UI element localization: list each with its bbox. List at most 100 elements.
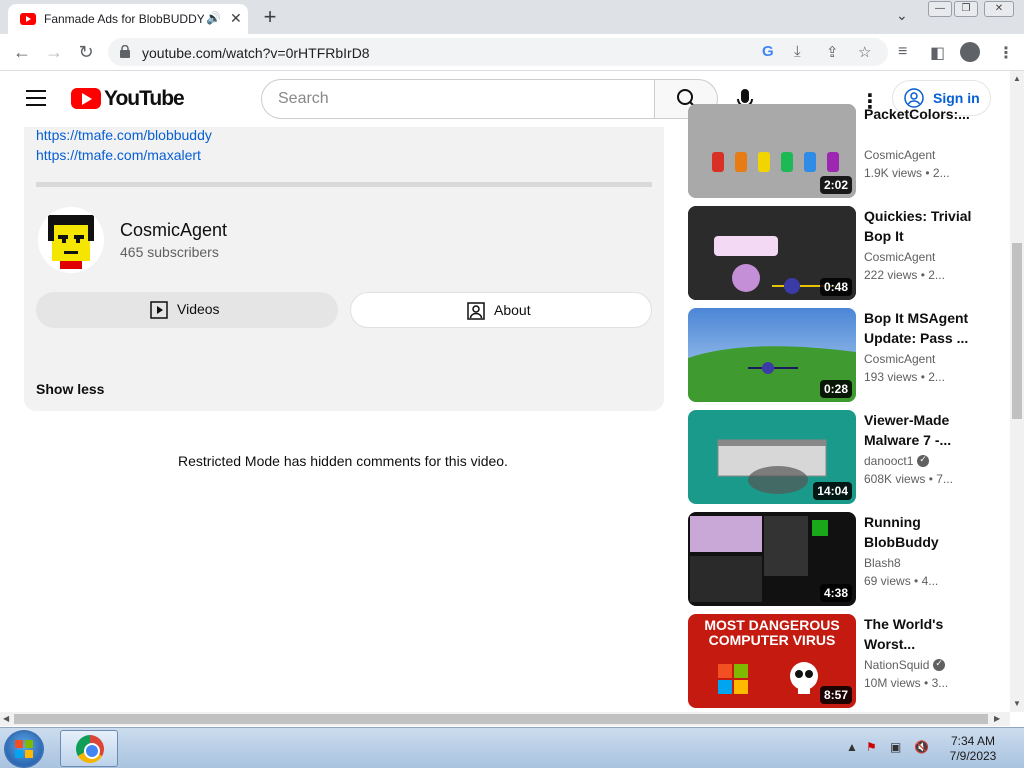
video-duration: 0:48 [819,278,852,296]
install-app-icon[interactable]: ⤓ [794,43,801,60]
vertical-scrollbar[interactable]: ▲ ▼ [1010,71,1024,712]
video-title[interactable]: PacketColors:... [864,104,974,124]
video-duration: 0:28 [819,380,852,398]
person-card-icon [467,302,485,320]
hamburger-menu-icon[interactable] [26,90,46,106]
browser-toolbar: ← → ↻ youtube.com/watch?v=0rHTFRbIrD8 G … [0,34,1024,71]
recommended-video[interactable]: 2:02 PacketColors:... CosmicAgent 1.9K v… [688,104,998,200]
chrome-menu-icon[interactable]: ⋮ [998,43,1014,63]
verified-badge-icon [917,454,930,467]
video-channel[interactable]: Blash8 [864,556,901,570]
horizontal-scrollbar[interactable]: ◀ ▶ [0,712,1010,726]
tab-close-icon[interactable]: ✕ [230,10,242,27]
about-label: About [494,302,531,318]
description-link[interactable]: https://tmafe.com/maxalert [36,147,201,163]
start-button[interactable] [4,730,44,768]
vertical-scroll-thumb[interactable] [1012,243,1022,419]
video-thumbnail[interactable]: MOST DANGEROUS COMPUTER VIRUS 8:57 [688,614,856,708]
channel-videos-button[interactable]: Videos [36,292,338,328]
windows-taskbar: ▲ ⚑ ▣ 🔇 7:34 AM 7/9/2023 [0,727,1024,768]
video-title[interactable]: The World's Worst... [864,614,974,654]
profile-avatar-icon[interactable] [960,42,980,62]
audio-playing-icon[interactable]: 🔊 [206,11,221,25]
side-panel-icon[interactable]: ◧ [930,43,945,63]
channel-about-button[interactable]: About [350,292,652,328]
video-channel[interactable]: CosmicAgent [864,250,935,264]
show-hidden-icons-icon[interactable]: ▲ [846,740,858,754]
video-description-panel: https://tmafe.com/blobbuddy https://tmaf… [24,127,664,411]
restore-button[interactable]: ❐ [954,1,978,17]
google-lens-icon[interactable]: G [762,43,774,60]
network-icon[interactable]: ▣ [890,740,901,754]
video-duration: 4:38 [819,584,852,602]
minimize-button[interactable]: — [928,1,952,17]
back-arrow-icon[interactable]: ← [10,40,34,64]
video-channel[interactable]: CosmicAgent [864,352,935,366]
video-age: 3... [931,676,949,690]
video-thumbnail[interactable]: 0:28 [688,308,856,402]
video-channel-name[interactable]: danooct1 [864,454,913,468]
description-link[interactable]: https://tmafe.com/blobbuddy [36,127,212,143]
video-thumbnail[interactable]: 2:02 [688,104,856,198]
video-title[interactable]: Viewer-Made Malware 7 -... [864,410,974,450]
recommended-video[interactable]: 14:04 Viewer-Made Malware 7 -... danooct… [688,410,998,506]
new-tab-button[interactable]: + [258,4,282,30]
forward-arrow-icon[interactable]: → [42,40,66,64]
video-channel[interactable]: danooct1 [864,454,930,468]
chrome-icon [76,735,104,763]
lock-icon[interactable] [120,45,130,58]
scroll-left-arrow-icon[interactable]: ◀ [3,714,9,723]
recommended-video[interactable]: 4:38 Running BlobBuddy Blash8 69 views •… [688,512,998,608]
tab-strip: Fanmade Ads for BlobBUDDY 🔊 ✕ + ⌄ — ❐ ✕ [0,0,1024,34]
address-bar[interactable]: youtube.com/watch?v=0rHTFRbIrD8 G ⤓ ⇪ ☆ [108,38,888,66]
video-duration: 8:57 [819,686,852,704]
recommended-video[interactable]: MOST DANGEROUS COMPUTER VIRUS 8:57 The W… [688,614,998,710]
taskbar-chrome-button[interactable] [60,730,118,767]
share-icon[interactable]: ⇪ [826,43,839,61]
youtube-logo-text[interactable]: YouTube [104,87,185,111]
video-title[interactable]: Quickies: Trivial Bop It [864,206,974,246]
video-meta: 1.9K views • 2... [864,166,950,180]
action-center-flag-icon[interactable]: ⚑ [866,740,877,754]
video-channel[interactable]: NationSquid [864,658,946,672]
close-window-button[interactable]: ✕ [984,1,1014,17]
youtube-favicon-icon [20,13,36,25]
play-square-icon [150,301,168,319]
recommended-video[interactable]: 0:28 Bop It MSAgent Update: Pass ... Cos… [688,308,998,404]
video-thumbnail[interactable]: 4:38 [688,512,856,606]
channel-name[interactable]: CosmicAgent [120,220,227,241]
video-views: 222 views [864,268,918,282]
url-text[interactable]: youtube.com/watch?v=0rHTFRbIrD8 [142,45,370,61]
video-age: 2... [928,268,945,282]
video-meta: 193 views • 2... [864,370,945,384]
system-clock[interactable]: 7:34 AM 7/9/2023 [940,734,1006,764]
reload-icon[interactable]: ↻ [74,40,98,64]
volume-muted-icon[interactable]: 🔇 [914,740,929,754]
video-thumbnail[interactable]: 14:04 [688,410,856,504]
scroll-down-arrow-icon[interactable]: ▼ [1013,699,1021,708]
tab-search-chevron-icon[interactable]: ⌄ [896,7,908,24]
video-age: 2... [928,370,945,384]
section-divider [36,182,652,187]
video-channel[interactable]: CosmicAgent [864,148,935,162]
video-title[interactable]: Bop It MSAgent Update: Pass ... [864,308,974,348]
media-control-icon[interactable]: ≡ [898,43,907,61]
bookmark-star-icon[interactable]: ☆ [858,43,871,61]
browser-tab[interactable]: Fanmade Ads for BlobBUDDY 🔊 ✕ [8,4,248,34]
scroll-up-arrow-icon[interactable]: ▲ [1013,74,1021,83]
subscriber-count: 465 subscribers [120,244,219,260]
video-title[interactable]: Running BlobBuddy [864,512,974,552]
pixel-face-avatar-icon [38,207,104,273]
clock-date: 7/9/2023 [949,749,997,763]
recommended-video[interactable]: 0:48 Quickies: Trivial Bop It CosmicAgen… [688,206,998,302]
video-channel-name[interactable]: NationSquid [864,658,929,672]
youtube-logo-icon[interactable] [71,88,101,109]
video-views: 1.9K views [864,166,923,180]
horizontal-scroll-thumb[interactable] [14,714,988,724]
search-input[interactable]: Search [261,79,655,119]
video-views: 608K views [864,472,926,486]
show-less-button[interactable]: Show less [36,381,104,397]
video-thumbnail[interactable]: 0:48 [688,206,856,300]
scroll-right-arrow-icon[interactable]: ▶ [994,714,1000,723]
channel-avatar[interactable] [38,207,104,273]
